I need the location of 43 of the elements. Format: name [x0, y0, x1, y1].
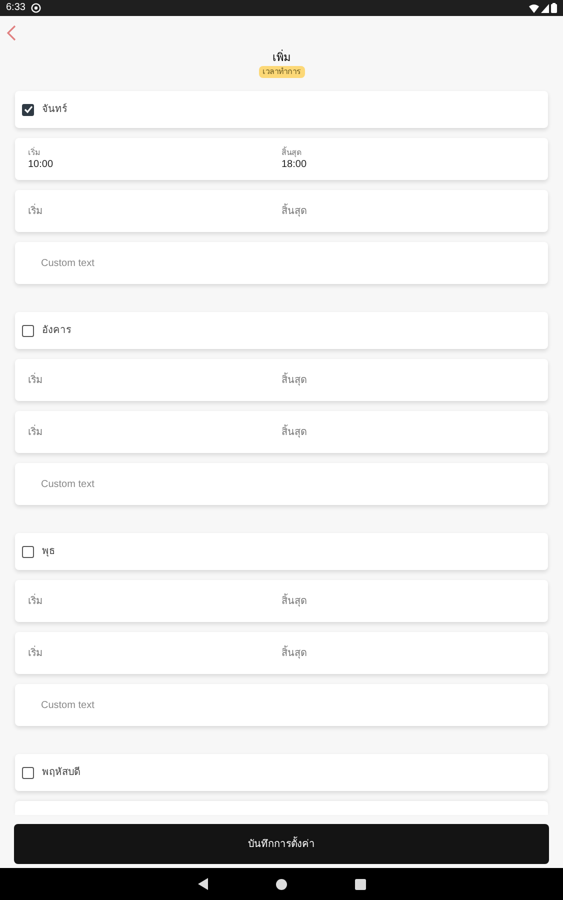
section-badge: เวลาทำการ	[258, 66, 304, 78]
day-label: พฤหัสบดี	[42, 766, 80, 780]
signal-icon	[541, 4, 549, 12]
day-label: จันทร์	[42, 102, 67, 117]
start-time-label: เริ่ม	[28, 424, 44, 440]
start-time-label: เริ่ม	[28, 372, 44, 388]
end-time-label: สิ้นสุด	[282, 594, 308, 608]
end-time-label: สิ้นสุด	[282, 646, 308, 660]
start-time-label: เริ่ม	[28, 204, 44, 218]
back-nav-icon[interactable]	[198, 878, 208, 890]
start-time-label: เริ่ม	[28, 646, 44, 660]
day-label: พุธ	[42, 545, 55, 559]
home-nav-icon[interactable]	[276, 878, 286, 890]
start-time-value: 10:00	[28, 159, 54, 171]
day-checkbox[interactable]	[22, 766, 34, 778]
day-checkbox[interactable]	[22, 104, 34, 116]
time-range-field[interactable]: เริ่ม สิ้นสุด	[15, 411, 548, 453]
day-checkbox[interactable]	[22, 324, 34, 336]
custom-text-field[interactable]: Custom text	[15, 242, 548, 284]
time-range-field[interactable]: เริ่ม 10:00 สิ้นสุด 18:00	[15, 138, 548, 180]
day-label: อังคาร	[42, 324, 71, 338]
end-time-value: 18:00	[282, 159, 308, 171]
save-button[interactable]: บันทึกการตั้งค่า	[14, 824, 549, 864]
status-time: 6:33	[6, 3, 26, 13]
back-icon[interactable]	[6, 25, 18, 41]
day-checkbox[interactable]	[22, 546, 34, 558]
start-time-label: เริ่ม	[28, 594, 44, 608]
time-range-field[interactable]: เริ่ม สิ้นสุด	[15, 632, 548, 674]
recents-nav-icon[interactable]	[354, 878, 366, 890]
custom-text-field[interactable]: Custom text	[15, 463, 548, 505]
end-time-label: สิ้นสุด	[282, 372, 308, 388]
time-range-field[interactable]: เริ่ม สิ้นสุด	[15, 359, 548, 401]
notification-icon	[31, 3, 42, 13]
page-title: เพิ่ม	[272, 50, 290, 66]
end-time-label: สิ้นสุด	[282, 147, 302, 159]
start-time-label: เริ่ม	[28, 147, 41, 159]
battery-icon	[551, 3, 557, 13]
end-time-label: สิ้นสุด	[282, 424, 308, 440]
wifi-icon	[529, 4, 539, 12]
custom-text-field[interactable]: Custom text	[15, 684, 548, 726]
time-range-field[interactable]: เริ่ม สิ้นสุด	[15, 190, 548, 232]
end-time-label: สิ้นสุด	[282, 204, 308, 218]
time-range-field[interactable]: เริ่ม สิ้นสุด	[15, 580, 548, 622]
